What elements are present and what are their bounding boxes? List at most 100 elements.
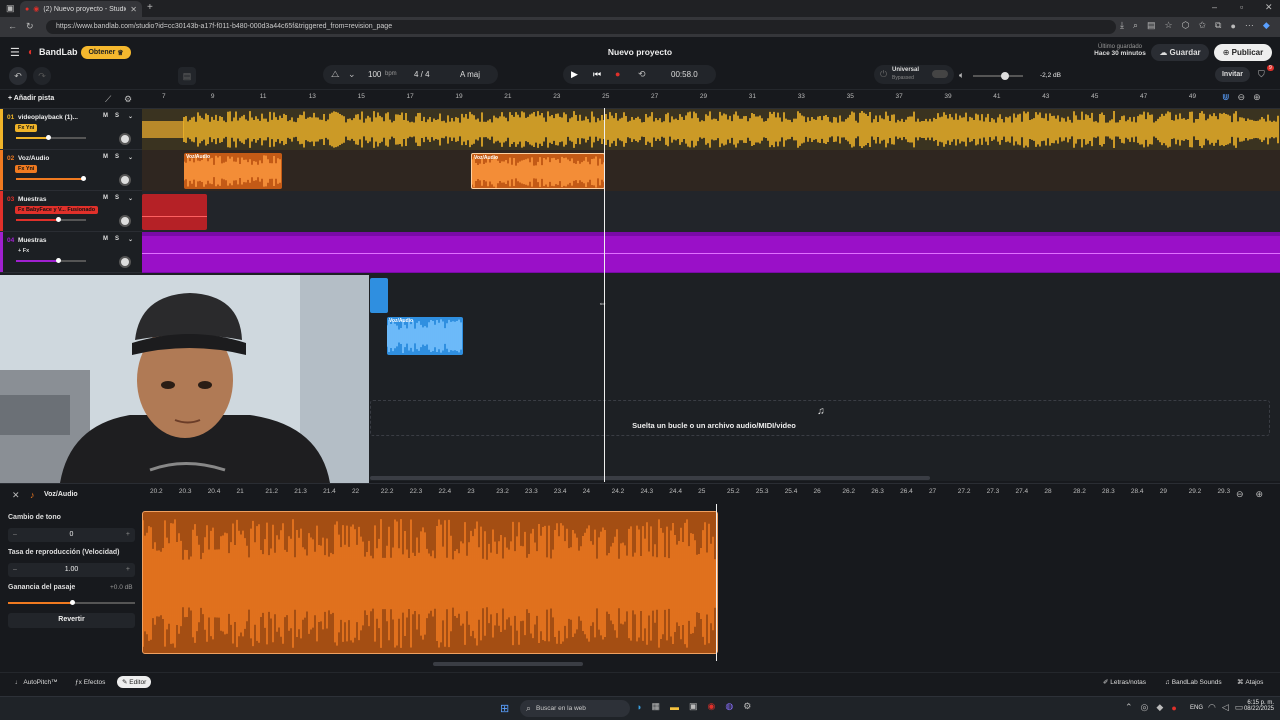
track-name[interactable]: Muestras xyxy=(18,196,47,203)
track-name[interactable]: Voz/Audio xyxy=(18,155,49,162)
store-icon[interactable]: ▦ xyxy=(651,701,660,712)
clip-voz-2[interactable]: Voz/Audio xyxy=(471,153,605,189)
speaker-icon[interactable]: ◁ xyxy=(1222,702,1229,713)
revert-button[interactable]: Revertir xyxy=(8,613,135,628)
track-header[interactable]: 01 videoplayback (1)... M S ⌄ Fx Yni xyxy=(0,109,142,150)
reload-icon[interactable]: ↻ xyxy=(26,21,34,32)
bypass-toggle[interactable] xyxy=(932,70,948,78)
tab-effects[interactable]: ƒx Efectos xyxy=(70,676,110,688)
skip-back-icon[interactable]: ⏮ xyxy=(593,69,601,80)
track-volume-slider[interactable] xyxy=(16,258,86,263)
horizontal-scrollbar[interactable] xyxy=(370,476,930,480)
url-field[interactable]: https://www.bandlab.com/studio?id=cc3014… xyxy=(46,20,1116,34)
tab-shortcuts[interactable]: ⌘ Atajos xyxy=(1232,676,1268,688)
metronome-icon[interactable]: ⧍ xyxy=(331,69,339,80)
extensions-icon[interactable]: ⬡ xyxy=(1182,20,1190,31)
track-pan-knob[interactable] xyxy=(119,133,131,145)
track-pan-knob[interactable] xyxy=(119,256,131,268)
solo-button[interactable]: S xyxy=(115,113,119,119)
close-editor-icon[interactable]: ✕ xyxy=(12,490,20,501)
clip-voz-blue[interactable]: Voz/Audio xyxy=(387,317,463,355)
zoom-icon[interactable]: ⌕ xyxy=(1133,20,1138,31)
master-effects[interactable]: ⏻ Universal Bypassed xyxy=(874,65,954,84)
undo-icon[interactable]: ↶ xyxy=(9,67,27,85)
master-volume-slider[interactable] xyxy=(973,72,1023,80)
track-name[interactable]: Muestras xyxy=(18,237,47,244)
gain-slider[interactable] xyxy=(8,600,135,605)
zoom-in-icon[interactable]: ⊕ xyxy=(1253,92,1261,103)
track-options-chevron-icon[interactable]: ⌄ xyxy=(128,236,133,243)
playhead[interactable] xyxy=(604,108,605,482)
mute-button[interactable]: M xyxy=(103,113,108,119)
tab-actions-icon[interactable]: ▣ xyxy=(6,3,15,14)
back-icon[interactable]: ← xyxy=(8,21,17,31)
master-volume-handle[interactable] xyxy=(1000,72,1009,80)
track-fx-tag[interactable]: + Fx xyxy=(15,247,32,255)
steam-icon[interactable]: ◎ xyxy=(1141,702,1149,713)
track-header[interactable]: 03 Muestras M S ⌄ Fx BabyFace y V... Fusionad… xyxy=(0,191,142,232)
clip-muestras-red[interactable] xyxy=(142,194,207,230)
tab-editor[interactable]: ✎ Editor xyxy=(117,676,152,688)
loop-icon[interactable]: ⟲ xyxy=(638,69,646,80)
track-header[interactable]: 02 Voz/Audio M S ⌄ Fx Yni xyxy=(0,150,142,191)
track-name[interactable]: videoplayback (1)... xyxy=(18,114,78,121)
pitch-stepper[interactable]: – 0 + xyxy=(8,528,135,542)
track-header[interactable]: 04 Muestras M S ⌄ + Fx xyxy=(0,232,142,273)
tray-red-icon[interactable]: ● xyxy=(1171,702,1176,713)
profile-icon[interactable]: ● xyxy=(1230,20,1235,31)
bag-icon[interactable]: ⛉ xyxy=(1258,69,1265,80)
close-window-icon[interactable]: ✕ xyxy=(1265,2,1273,13)
editor-scrollbar[interactable] xyxy=(433,662,583,666)
rate-stepper[interactable]: – 1.00 + xyxy=(8,563,135,577)
upgrade-button[interactable]: Obtener ♕ xyxy=(81,46,131,59)
track-volume-handle[interactable] xyxy=(45,135,51,140)
track-options-chevron-icon[interactable]: ⌄ xyxy=(128,113,133,120)
editor-clip-end-marker[interactable] xyxy=(716,504,717,661)
mute-button[interactable]: M xyxy=(103,236,108,242)
add-track-button[interactable]: + Añadir pista xyxy=(8,95,54,102)
pitch-increment-icon[interactable]: + xyxy=(126,528,130,542)
edge-icon[interactable]: ◑ xyxy=(636,701,641,712)
bookmark-star-icon[interactable]: ☆ xyxy=(1165,20,1173,31)
snap-magnet-icon[interactable]: ⋓ xyxy=(1222,92,1230,103)
hamburger-menu-icon[interactable]: ☰ xyxy=(10,46,20,59)
rate-value[interactable]: 1.00 xyxy=(65,566,79,573)
download-icon[interactable]: ⤓ xyxy=(1120,20,1124,31)
save-button[interactable]: ☁ Guardar xyxy=(1151,44,1209,61)
track-pan-knob[interactable] xyxy=(119,215,131,227)
redo-icon[interactable]: ↷ xyxy=(33,67,51,85)
maximize-icon[interactable]: ▫ xyxy=(1240,2,1243,12)
tray-app-icon[interactable]: ◆ xyxy=(1156,702,1163,713)
record-icon[interactable]: ● xyxy=(615,69,620,79)
solo-button[interactable]: S xyxy=(115,195,119,201)
collections-icon[interactable]: ⧉ xyxy=(1215,20,1221,31)
mixer-icon[interactable]: ▤ xyxy=(178,67,196,85)
tray-chevron-icon[interactable]: ⌃ xyxy=(1125,702,1133,713)
windows-start-icon[interactable]: ⊞ xyxy=(500,702,509,715)
time-signature[interactable]: 4 / 4 xyxy=(414,70,430,79)
timeline-ruler[interactable]: 7 9 11 13 15 17 19 21 23 25 27 29 31 33 35 37 39 41 43 45 47… xyxy=(142,90,1280,109)
bandlab-logo[interactable]: BandLab xyxy=(39,47,78,57)
track-pan-knob[interactable] xyxy=(119,174,131,186)
track-settings-icon[interactable]: ⚙ xyxy=(124,94,132,105)
new-tab-icon[interactable]: + xyxy=(147,2,153,13)
pitch-decrement-icon[interactable]: – xyxy=(13,528,17,542)
editor-ruler[interactable]: 20.2 20.3 20.4 21 21.2 21.3 21.4 22 22.2 22.3 22.4… xyxy=(142,485,1280,501)
editor-zoom-out-icon[interactable]: ⊖ xyxy=(1236,489,1244,500)
mute-button[interactable]: M xyxy=(103,154,108,160)
tab-autopitch[interactable]: ♩ AutoPitch™ xyxy=(10,676,63,688)
track-volume-slider[interactable] xyxy=(16,217,86,222)
chrome-icon[interactable]: ◉ xyxy=(707,701,715,712)
folder-icon[interactable]: ▬ xyxy=(670,701,679,712)
editor-waveform-clip[interactable] xyxy=(142,511,718,654)
settings-icon[interactable]: ⚙ xyxy=(743,701,751,712)
track-options-chevron-icon[interactable]: ⌄ xyxy=(128,154,133,161)
language-indicator[interactable]: ENG xyxy=(1190,705,1203,711)
project-title[interactable]: Nuevo proyecto xyxy=(560,47,720,57)
track-fx-tag[interactable]: Fx Yni xyxy=(15,124,38,132)
track-volume-handle[interactable] xyxy=(80,176,86,181)
minimize-icon[interactable]: – xyxy=(1212,2,1217,12)
metronome-dropdown-icon[interactable]: ⌄ xyxy=(348,69,356,80)
rate-increment-icon[interactable]: + xyxy=(126,563,130,577)
drop-zone[interactable]: ♫ Suelta un bucle o un archivo audio/MID… xyxy=(370,400,1270,436)
